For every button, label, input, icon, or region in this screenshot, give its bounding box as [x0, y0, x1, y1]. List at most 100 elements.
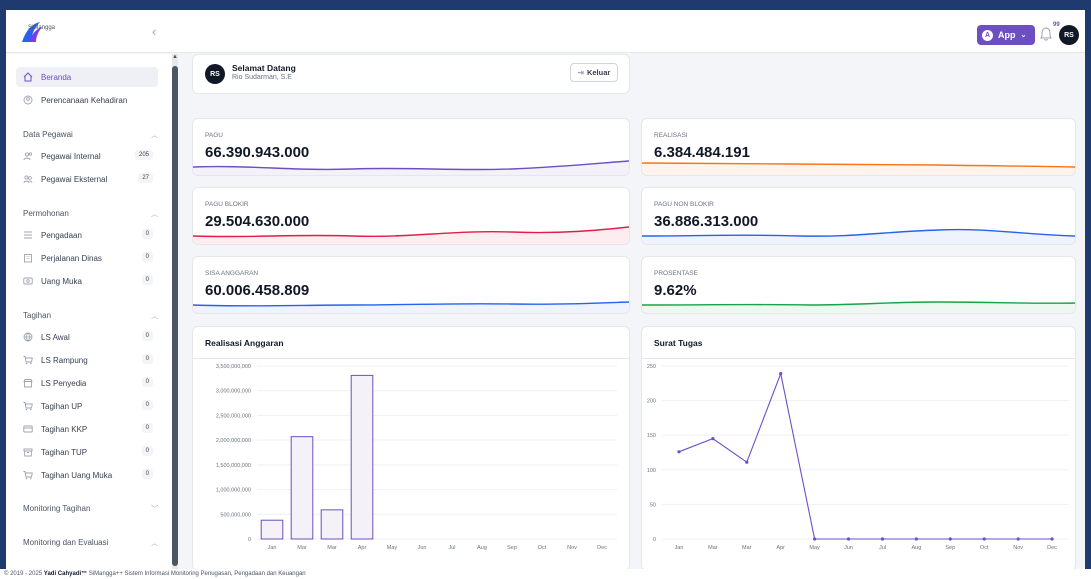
welcome-card: RS Selamat Datang Rio Sudarman, S.E ⇥ Ke… — [192, 54, 630, 94]
sidebar-item-perjalanan-dinas[interactable]: Perjalanan Dinas 0 — [16, 248, 158, 268]
section-title: Monitoring dan Evaluasi — [23, 538, 109, 547]
user-avatar[interactable]: RS — [1059, 25, 1079, 45]
cart-icon — [23, 355, 33, 365]
cart-icon — [23, 401, 33, 411]
y-tick-label: 1,500,000,000 — [216, 463, 251, 469]
x-tick-label: Mar — [327, 545, 337, 551]
stat-label: PAGU BLOKIR — [205, 201, 249, 208]
stat-sparkline — [193, 160, 629, 175]
data-point — [846, 537, 851, 541]
sidebar-section-header[interactable]: Data Pegawai ︿ — [23, 130, 158, 140]
sidebar-item-label: Tagihan Uang Muka — [41, 470, 113, 480]
sidebar-item-ls-rampung[interactable]: LS Rampung 0 — [16, 350, 158, 370]
bar — [260, 519, 284, 540]
bar — [290, 436, 314, 540]
sidebar-item-beranda[interactable]: Beranda — [16, 67, 158, 87]
footer-suffix: SiMangga++ Sistem Informasi Monitoring P… — [87, 571, 306, 577]
sidebar-item-perencanaan-kehadiran[interactable]: Perencanaan Kehadiran — [16, 90, 158, 110]
sidebar-item-tagihan-kkp[interactable]: Tagihan KKP 0 — [16, 419, 158, 439]
stat-sparkline — [642, 301, 1075, 313]
collapse-sidebar-icon[interactable]: ‹ — [152, 24, 156, 39]
simangga-logo — [22, 22, 42, 42]
stat-card-prosentase: PROSENTASE 9.62% — [641, 256, 1076, 314]
data-point — [982, 537, 986, 541]
logout-label: Keluar — [586, 68, 611, 77]
box-icon — [23, 447, 33, 457]
stat-card-pagu: PAGU 66.390.943.000 — [192, 118, 630, 176]
welcome-title: Selamat Datang — [232, 63, 296, 73]
section-title: Monitoring Tagihan — [23, 504, 91, 513]
stat-sparkline — [193, 301, 629, 313]
section-title: Data Pegawai — [23, 130, 73, 139]
count-badge: 0 — [141, 423, 153, 433]
count-badge: 205 — [134, 150, 153, 160]
surat-tugas-chart-card: Surat Tugas 0 50 100 150 200 250 Jan Mar Mar Apr M… — [641, 326, 1076, 569]
stat-label: SISA ANGGARAN — [205, 270, 259, 277]
sidebar-item-pengadaan[interactable]: Pengadaan 0 — [16, 225, 158, 245]
section-title: Tagihan — [23, 311, 52, 320]
stat-card-pagu-blokir: PAGU BLOKIR 29.504.630.000 — [192, 187, 630, 245]
x-tick-label: Nov — [567, 545, 577, 551]
sidebar-item-tagihan-tup[interactable]: Tagihan TUP 0 — [16, 442, 158, 462]
footer: © 2019 - 2025 Yadi Cahyadi™ SiMangga++ S… — [0, 569, 1091, 579]
y-tick-label: 2,000,000,000 — [216, 438, 251, 444]
sidebar-item-label: Pegawai Internal — [41, 151, 101, 161]
sidebar-item-label: Uang Muka — [41, 276, 82, 286]
notification-count: 99 — [1053, 22, 1060, 28]
footer-author: Yadi Cahyadi™ — [43, 571, 88, 577]
stat-label: PAGU NON BLOKIR — [654, 201, 714, 208]
x-tick-label: Aug — [911, 545, 921, 551]
sidebar-section-header[interactable]: Monitoring Tagihan ﹀ — [23, 504, 158, 514]
sidebar-section-header[interactable]: Monitoring dan Evaluasi ︿ — [23, 538, 158, 548]
chevron-up-icon: ︿ — [151, 313, 158, 320]
x-tick-label: Jun — [418, 545, 427, 551]
surat-tugas-line-chart: 0 50 100 150 200 250 Jan Mar Mar Apr May Jun Jul Aug S… — [647, 364, 1069, 551]
building-icon — [23, 253, 33, 263]
count-badge: 0 — [141, 469, 153, 479]
app-window: SiMangga ‹ A App ⌄ 99 RS Beranda Perencan… — [6, 10, 1085, 569]
app-switcher-button[interactable]: A App ⌄ — [977, 25, 1035, 45]
scroll-up-icon[interactable]: ▲ — [172, 54, 178, 62]
sidebar-item-tagihan-up[interactable]: Tagihan UP 0 — [16, 396, 158, 416]
sidebar-item-pegawai-internal[interactable]: Pegawai Internal 205 — [16, 146, 158, 166]
x-tick-label: Apr — [776, 545, 785, 551]
x-tick-label: Jan — [268, 545, 277, 551]
welcome-user-name: Rio Sudarman, S.E — [232, 74, 292, 81]
x-tick-label: Dec — [1047, 545, 1057, 551]
sidebar-item-ls-penyedia[interactable]: LS Penyedia 0 — [16, 373, 158, 393]
data-point — [948, 537, 952, 541]
x-tick-label: Oct — [538, 545, 547, 551]
sidebar-item-label: Perencanaan Kehadiran — [41, 95, 128, 105]
x-tick-label: Aug — [477, 545, 487, 551]
scroll-thumb[interactable] — [172, 66, 178, 566]
logout-button[interactable]: ⇥ Keluar — [570, 63, 618, 82]
sidebar-section-header[interactable]: Permohonan ︿ — [23, 209, 158, 219]
chevron-down-icon: ﹀ — [151, 506, 158, 513]
users-icon — [23, 151, 33, 161]
x-tick-label: May — [809, 545, 820, 551]
sidebar-scrollbar[interactable]: ▲ — [172, 54, 178, 569]
sidebar-item-label: LS Awal — [41, 332, 70, 342]
sidebar-item-tagihan-uang-muka[interactable]: Tagihan Uang Muka 0 — [16, 465, 158, 485]
count-badge: 0 — [141, 252, 153, 262]
home-icon — [23, 72, 33, 82]
sidebar-item-uang-muka[interactable]: Uang Muka 0 — [16, 271, 158, 291]
x-tick-label: Mar — [742, 545, 752, 551]
list-icon — [23, 230, 33, 240]
sidebar-item-pegawai-eksternal[interactable]: Pegawai Eksternal 27 — [16, 169, 158, 189]
x-tick-label: Apr — [358, 545, 367, 551]
data-point — [914, 537, 918, 541]
chart-title: Surat Tugas — [654, 338, 703, 348]
y-tick-label: 50 — [650, 502, 656, 508]
stat-sparkline — [642, 228, 1075, 244]
count-badge: 0 — [141, 229, 153, 239]
chevron-down-icon: ⌄ — [1020, 32, 1027, 39]
globe-icon — [23, 332, 33, 342]
bell-icon[interactable] — [1040, 27, 1052, 41]
app-icon: A — [982, 29, 993, 41]
sidebar-item-ls-awal[interactable]: LS Awal 0 — [16, 327, 158, 347]
count-badge: 0 — [141, 354, 153, 364]
sidebar-section-header[interactable]: Tagihan ︿ — [23, 311, 158, 321]
y-tick-label: 3,500,000,000 — [216, 364, 251, 370]
stat-label: PAGU — [205, 132, 223, 139]
